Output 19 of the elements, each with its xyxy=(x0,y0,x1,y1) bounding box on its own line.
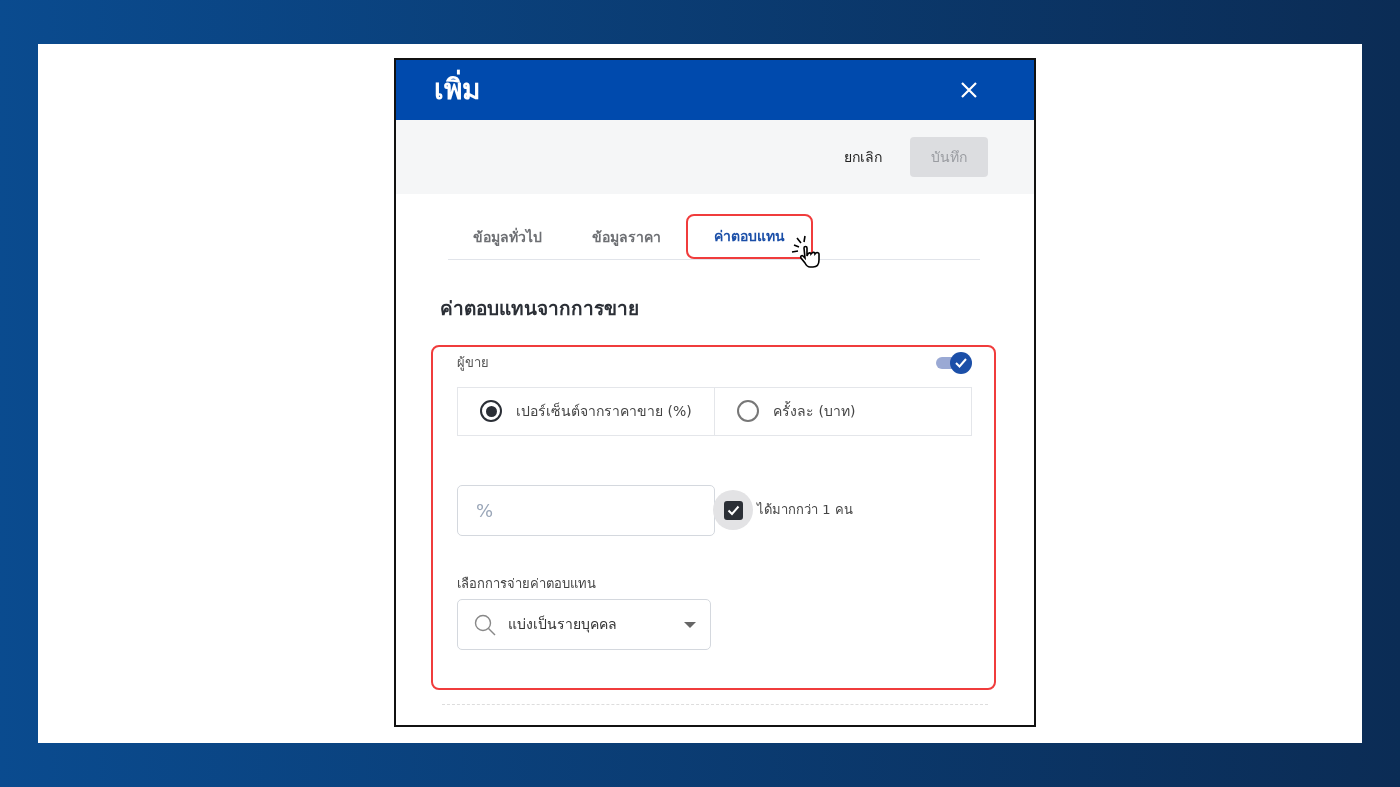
check-icon xyxy=(726,503,740,517)
seller-label: ผู้ขาย xyxy=(457,353,489,373)
dialog-title: เพิ่ม xyxy=(434,69,480,111)
toggle-switch[interactable] xyxy=(936,350,972,375)
tab[interactable]: ข้อมูลทั่วไป xyxy=(448,216,567,259)
caret-icon xyxy=(684,621,696,628)
tab[interactable]: ข้อมูลราคา xyxy=(567,216,686,259)
percent-input-field[interactable]: % xyxy=(457,484,715,536)
radio-option[interactable]: ครั้งละ (บาท) xyxy=(714,387,971,435)
cancel-button[interactable]: ยกเลิก xyxy=(844,138,882,176)
close-icon[interactable] xyxy=(960,81,978,99)
payout-label: เลือกการจ่ายค่าตอบแทน xyxy=(457,574,597,593)
checkbox[interactable] xyxy=(713,490,753,530)
tab[interactable]: ค่าตอบแทน xyxy=(688,216,811,257)
radio-option[interactable]: เปอร์เซ็นต์จากราคาขาย (%) xyxy=(458,387,714,435)
section-title: ค่าตอบแทนจากการขาย xyxy=(440,296,640,321)
payout-dropdown[interactable]: แบ่งเป็นรายบุคคล xyxy=(457,599,711,650)
checkbox-label: ได้มากกว่า 1 คน xyxy=(757,501,853,520)
search-icon xyxy=(474,613,496,636)
